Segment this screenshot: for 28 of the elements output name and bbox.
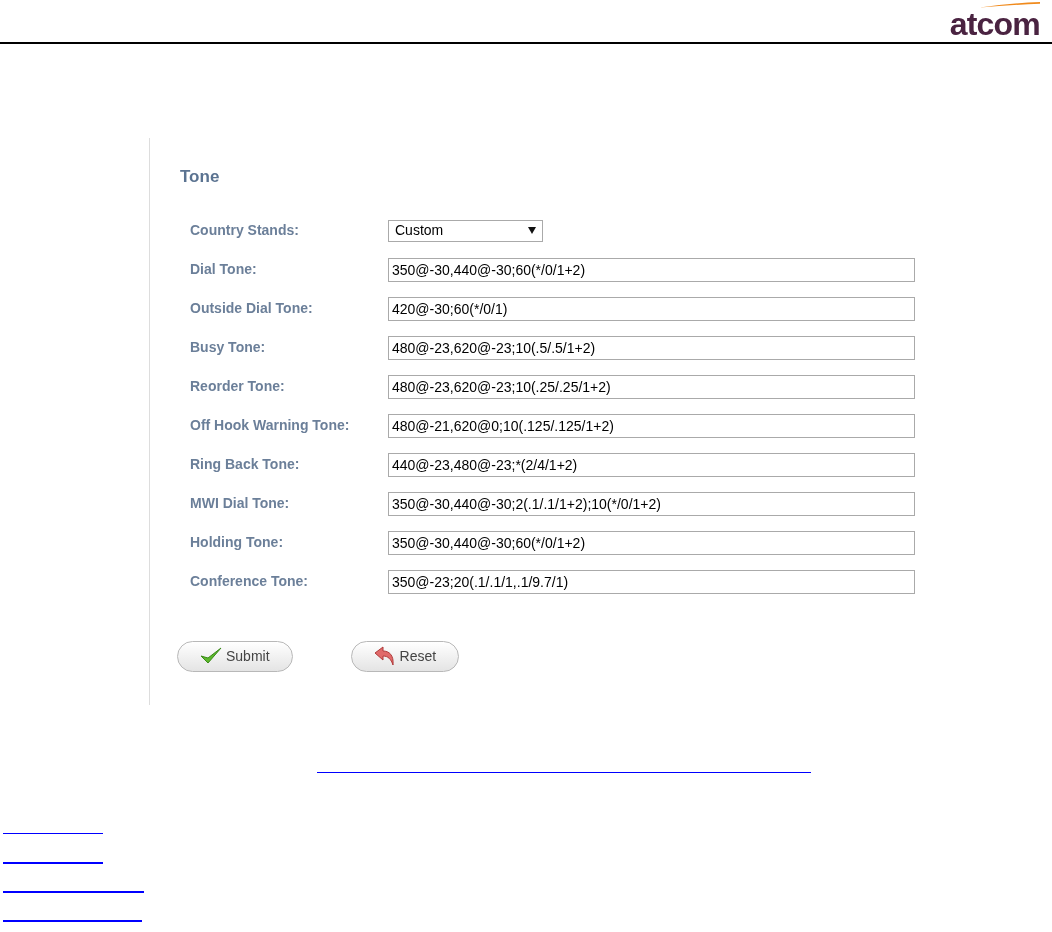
field-label: Ring Back Tone: <box>190 455 301 474</box>
dropdown-value: Custom <box>395 221 444 240</box>
field-label: Conference Tone: <box>190 572 309 591</box>
field-label: Dial Tone: <box>190 260 258 279</box>
field-label: Country Stands: <box>190 221 300 240</box>
field-label: Holding Tone: <box>190 533 285 552</box>
input-field[interactable]: 420@-30;60(*/0/1) <box>388 296 915 321</box>
input-field[interactable]: 350@-30,440@-30;2(.1/.1/1+2);10(*/0/1+2) <box>388 491 915 516</box>
undo-arrow-icon <box>373 646 396 666</box>
section-title: Tone <box>180 166 221 188</box>
field-label: Off Hook Warning Tone: <box>190 416 351 435</box>
input-field[interactable]: 480@-21,620@0;10(.125/.125/1+2) <box>388 413 915 438</box>
input-field[interactable]: 350@-23;20(.1/.1/1,.1/9.7/1) <box>388 569 915 594</box>
field-label: Busy Tone: <box>190 338 267 357</box>
submit-button[interactable]: Submit <box>177 640 293 672</box>
country-dropdown[interactable]: Custom <box>388 219 543 242</box>
input-field[interactable]: 350@-30,440@-30;60(*/0/1+2) <box>388 530 915 555</box>
caret-icon <box>528 227 536 234</box>
input-field[interactable]: 440@-23,480@-23;*(2/4/1+2) <box>388 452 915 477</box>
field-label: Reorder Tone: <box>190 377 286 396</box>
input-field[interactable]: 350@-30,440@-30;60(*/0/1+2) <box>388 257 915 282</box>
reset-button[interactable]: Reset <box>350 640 460 672</box>
input-field[interactable]: 480@-23,620@-23;10(.5/.5/1+2) <box>388 335 915 360</box>
field-label: Outside Dial Tone: <box>190 299 314 318</box>
input-field[interactable]: 480@-23,620@-23;10(.25/.25/1+2) <box>388 374 915 399</box>
checkmark-icon <box>200 647 222 665</box>
field-label: MWI Dial Tone: <box>190 494 291 513</box>
logo: atcom <box>949 2 1040 42</box>
